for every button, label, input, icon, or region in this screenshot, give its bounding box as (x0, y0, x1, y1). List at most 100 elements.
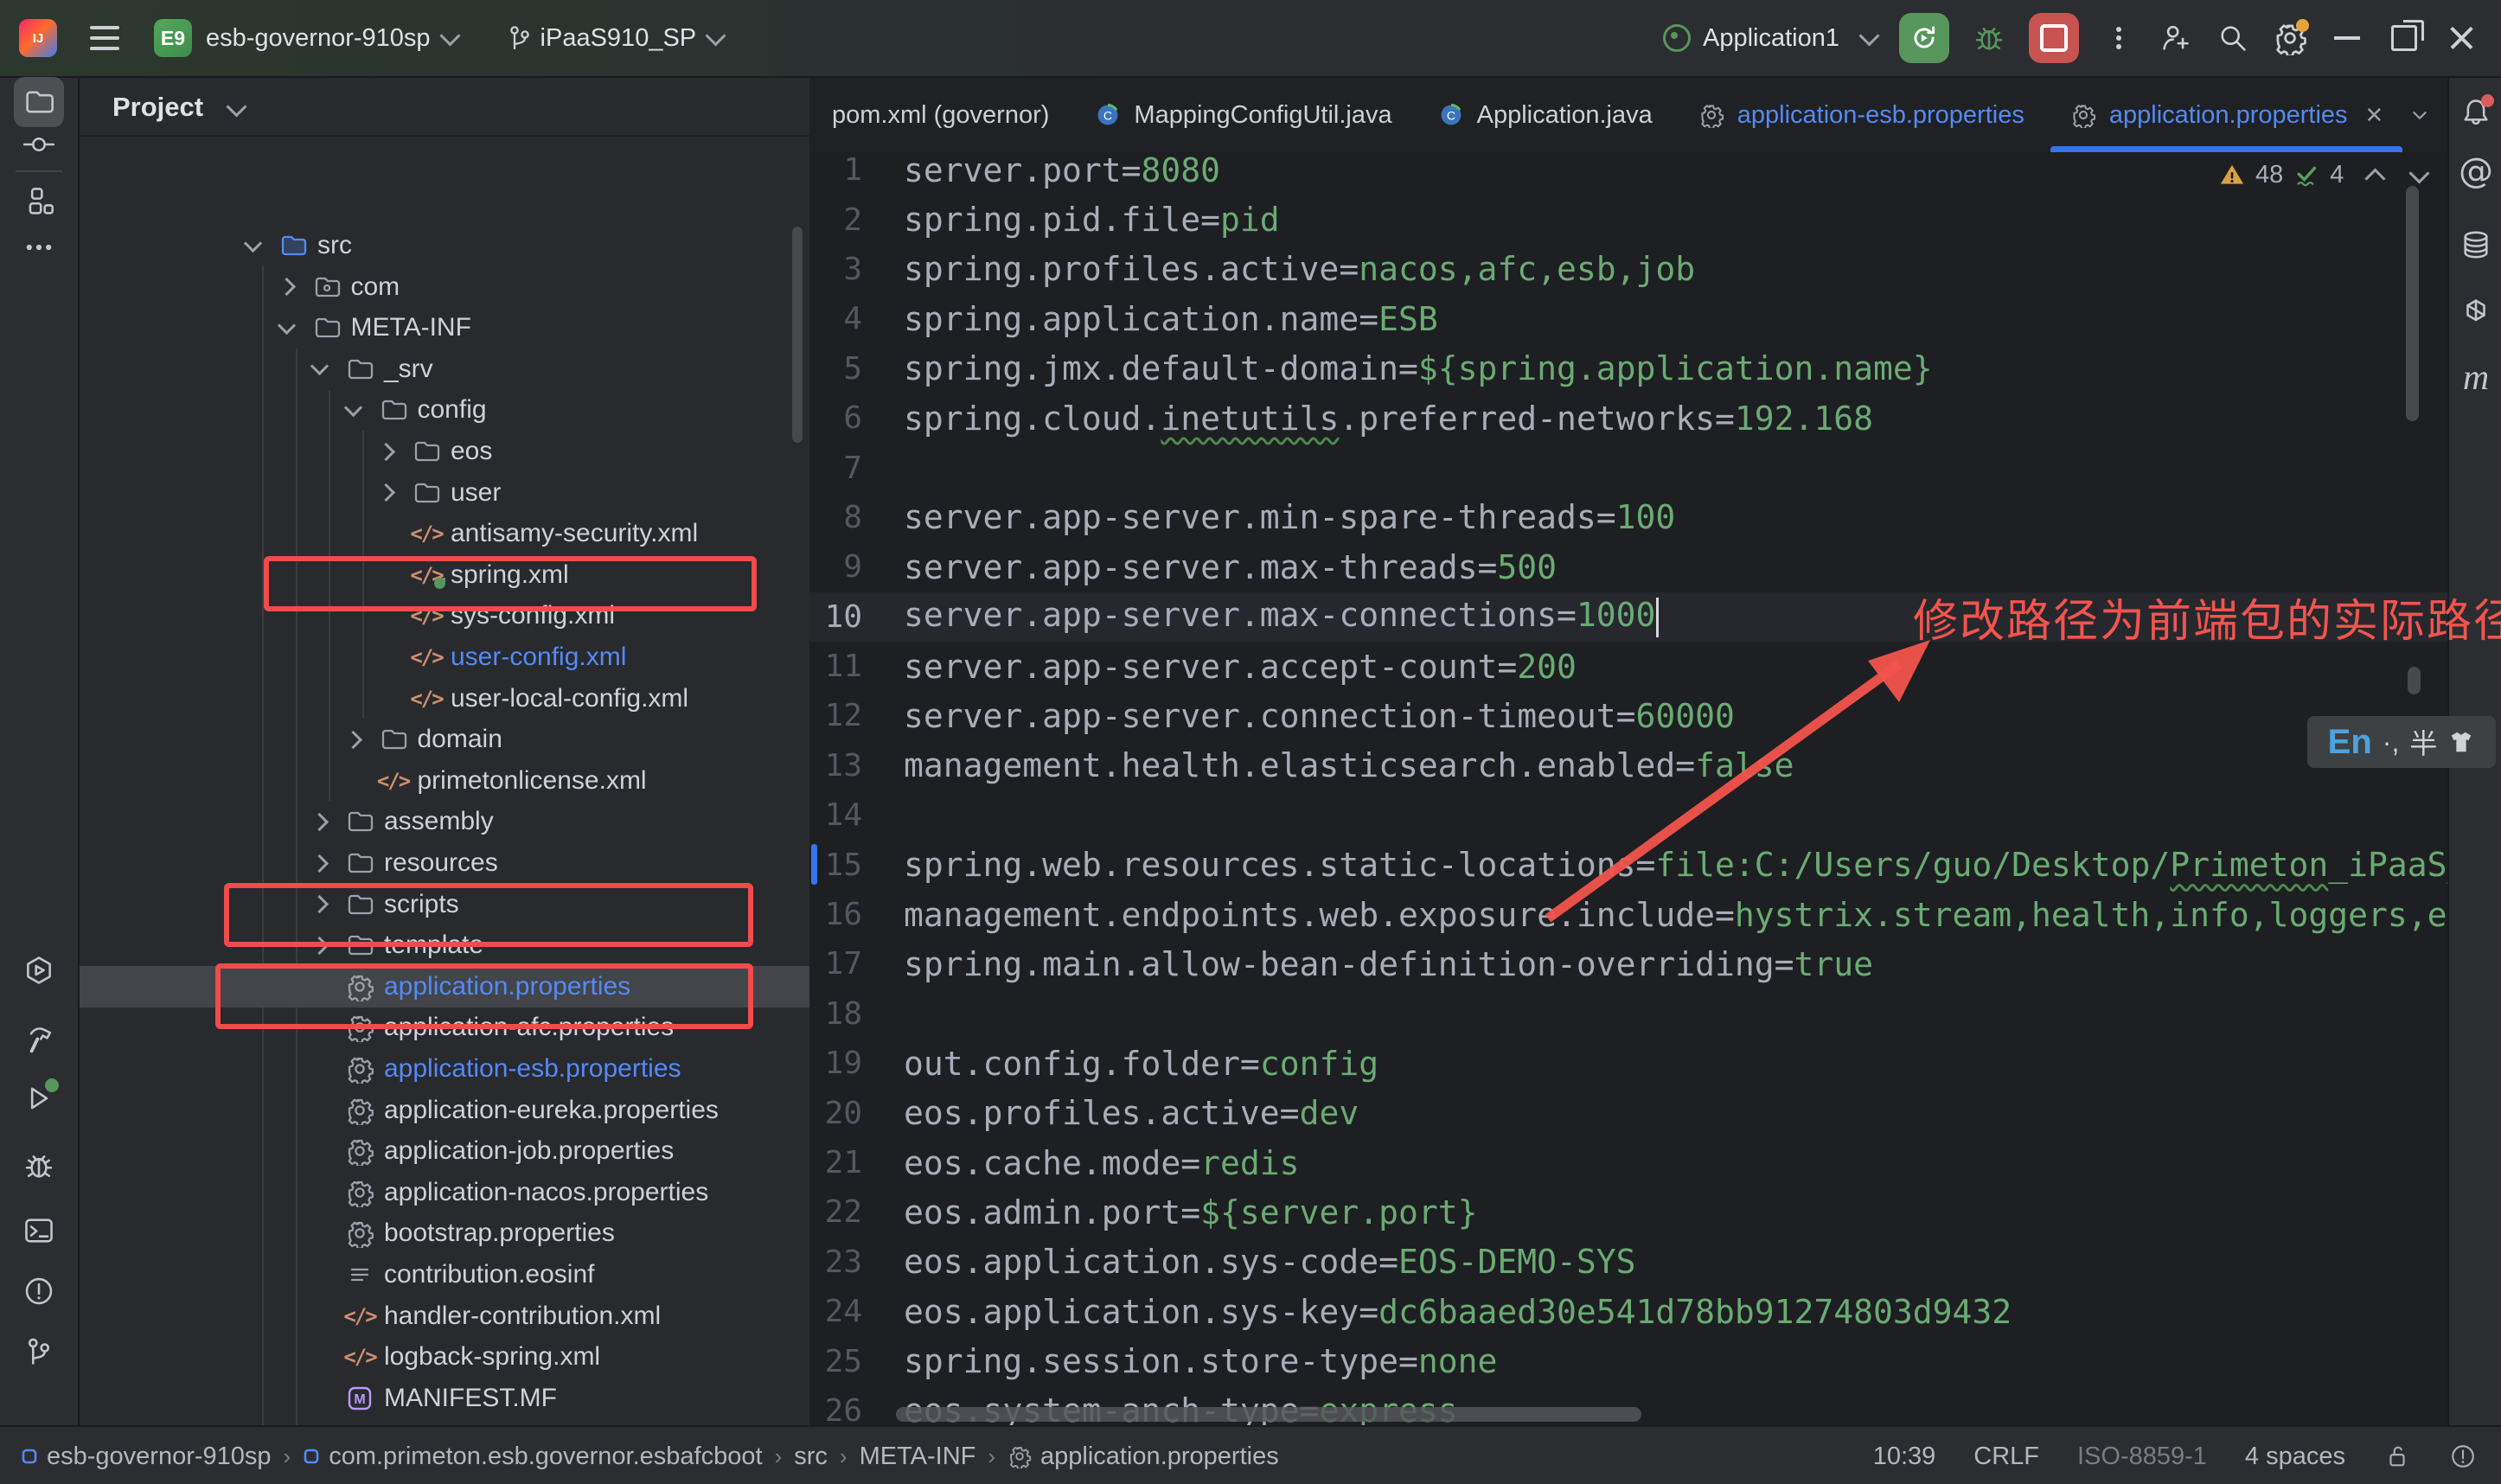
code-line-17[interactable]: 17spring.main.allow-bean-definition-over… (809, 939, 2447, 988)
project-folder-icon[interactable] (14, 77, 64, 127)
tree-item-application-afc-properties[interactable]: application-afc.properties (80, 1007, 809, 1048)
tree-item-antisamy-security-xml[interactable]: </>antisamy-security.xml (80, 513, 809, 554)
tree-item-user-config-xml[interactable]: </>user-config.xml (80, 636, 809, 678)
tree-item-com[interactable]: com (80, 266, 809, 308)
code-line-7[interactable]: 7 (809, 443, 2447, 492)
terminal-icon[interactable] (22, 1214, 55, 1247)
commit-icon[interactable] (22, 128, 55, 161)
close-button[interactable] (2444, 21, 2479, 55)
git-tool-icon[interactable] (22, 1335, 55, 1368)
tree-item-bootstrap-properties[interactable]: bootstrap.properties (80, 1212, 809, 1254)
code-line-5[interactable]: 5spring.jmx.default-domain=${spring.appl… (809, 344, 2447, 393)
editor-horizontal-scrollbar[interactable] (896, 1407, 1641, 1422)
tree-item-application-job-properties[interactable]: application-job.properties (80, 1130, 809, 1172)
debug-button[interactable] (1972, 21, 2006, 55)
editor-scrollbar-mark[interactable] (2408, 667, 2421, 694)
breadcrumb-item[interactable]: application.properties (1007, 1442, 1279, 1471)
more-actions-icon[interactable] (2101, 21, 2136, 55)
add-user-icon[interactable] (2159, 21, 2193, 55)
tree-item-application-properties[interactable]: application.properties (80, 966, 809, 1007)
tree-chevron-down-icon[interactable] (343, 399, 361, 417)
tree-item-handler-contribution-xml[interactable]: </>handler-contribution.xml (80, 1295, 809, 1337)
tree-item-user-local-config-xml[interactable]: </>user-local-config.xml (80, 678, 809, 720)
tree-item-application-nacos-properties[interactable]: application-nacos.properties (80, 1172, 809, 1213)
debug-tool-icon[interactable] (22, 1149, 55, 1182)
chevron-up-icon[interactable] (2365, 168, 2386, 189)
code-line-1[interactable]: 1server.port=8080 (809, 152, 2447, 195)
code-line-14[interactable]: 14 (809, 790, 2447, 840)
tree-chevron-down-icon[interactable] (277, 317, 295, 335)
tree-chevron-right-icon[interactable] (277, 278, 295, 296)
tree-item-spring-xml[interactable]: </>spring.xml (80, 554, 809, 596)
status-crlf[interactable]: CRLF (1973, 1442, 2039, 1471)
branch-selector[interactable]: iPaaS910_SP (502, 21, 724, 55)
ai-assistant-icon[interactable]: @ (2459, 151, 2493, 191)
minimize-button[interactable] (2330, 21, 2364, 55)
tab-list-chevron-icon[interactable] (2406, 101, 2434, 129)
maven-icon[interactable]: m (2463, 357, 2489, 399)
code-line-3[interactable]: 3spring.profiles.active=nacos,afc,esb,jo… (809, 245, 2447, 294)
tree-item-meta-inf[interactable]: META-INF (80, 307, 809, 349)
tab-application-java[interactable]: CApplication.java (1415, 78, 1675, 152)
tree-item-resources[interactable]: resources (80, 842, 809, 884)
search-icon[interactable] (2216, 21, 2250, 55)
tab-pom-xml-governor-[interactable]: pom.xml (governor) (809, 78, 1071, 152)
code-line-18[interactable]: 18 (809, 989, 2447, 1039)
settings-gear-icon[interactable] (2273, 21, 2307, 55)
tree-chevron-right-icon[interactable] (310, 895, 329, 913)
tree-item-manifest-mf[interactable]: MMANIFEST.MF (80, 1378, 809, 1419)
project-selector[interactable]: esb-governor-910sp (192, 24, 457, 53)
tree-chevron-right-icon[interactable] (310, 937, 329, 955)
tree-chevron-down-icon[interactable] (310, 357, 329, 375)
code-line-4[interactable]: 4spring.application.name=ESB (809, 294, 2447, 343)
tree-chevron-down-icon[interactable] (244, 233, 262, 252)
project-badge[interactable]: E9 (154, 19, 192, 57)
project-panel-header[interactable]: Project (112, 92, 244, 123)
tab-application-properties[interactable]: application.properties✕ (2047, 78, 2406, 152)
code-line-15[interactable]: 15spring.web.resources.static-locations=… (809, 840, 2447, 889)
main-menu-icon[interactable] (90, 26, 119, 50)
tree-chevron-right-icon[interactable] (310, 813, 329, 831)
tree-item-config[interactable]: config (80, 389, 809, 431)
tree-item-src[interactable]: src (80, 225, 809, 266)
code-line-21[interactable]: 21eos.cache.mode=redis (809, 1138, 2447, 1187)
tree-item-assembly[interactable]: assembly (80, 801, 809, 842)
tree-item-application-esb-properties[interactable]: application-esb.properties (80, 1048, 809, 1090)
ime-status-badge[interactable]: En ·, 半 (2307, 716, 2496, 768)
tree-item-logback-spring-xml[interactable]: </>logback-spring.xml (80, 1336, 809, 1378)
code-line-16[interactable]: 16management.endpoints.web.exposure.incl… (809, 890, 2447, 939)
editor-vertical-scrollbar[interactable] (2406, 186, 2419, 421)
lock-open-icon[interactable] (2383, 1442, 2411, 1470)
notifications-bell-icon[interactable] (2459, 96, 2492, 129)
tree-chevron-right-icon[interactable] (377, 442, 395, 460)
code-line-13[interactable]: 13management.health.elasticsearch.enable… (809, 741, 2447, 790)
tree-item-eos[interactable]: eos (80, 431, 809, 472)
maximize-button[interactable] (2387, 21, 2421, 55)
tab-mappingconfigutil-java[interactable]: CMappingConfigUtil.java (1071, 78, 1414, 152)
tree-item-domain[interactable]: domain (80, 719, 809, 760)
breadcrumb-item[interactable]: esb-governor-910sp (21, 1442, 272, 1471)
code-line-2[interactable]: 2spring.pid.file=pid (809, 195, 2447, 244)
code-line-12[interactable]: 12server.app-server.connection-timeout=6… (809, 691, 2447, 740)
error-info-icon[interactable] (2449, 1442, 2477, 1470)
breadcrumb-item[interactable]: src (794, 1442, 828, 1471)
code-line-22[interactable]: 22eos.admin.port=${server.port} (809, 1187, 2447, 1237)
database-icon[interactable] (2459, 228, 2492, 261)
code-line-8[interactable]: 8server.app-server.min-spare-threads=100 (809, 493, 2447, 542)
status-iso-8859-1[interactable]: ISO-8859-1 (2077, 1442, 2207, 1471)
tree-item-password-txt[interactable]: password.txt (80, 1418, 809, 1425)
tree-item-primetonlicense-xml[interactable]: </>primetonlicense.xml (80, 760, 809, 802)
tab-application-esb-properties[interactable]: application-esb.properties (1675, 78, 2047, 152)
tree-item-application-eureka-properties[interactable]: application-eureka.properties (80, 1090, 809, 1131)
tree-item-scripts[interactable]: scripts (80, 884, 809, 925)
more-tool-windows-icon[interactable] (22, 231, 55, 264)
tree-item-sys-config-xml[interactable]: </>sys-config.xml (80, 595, 809, 636)
editor[interactable]: 1server.port=80802spring.pid.file=pid3sp… (809, 152, 2447, 1425)
plugin-knot-icon[interactable] (2459, 296, 2492, 329)
status-4-spaces[interactable]: 4 spaces (2245, 1442, 2345, 1471)
code-line-19[interactable]: 19out.config.folder=config (809, 1039, 2447, 1088)
status-10-39[interactable]: 10:39 (1873, 1442, 1936, 1471)
tree-item-template[interactable]: template (80, 924, 809, 966)
inspections-widget[interactable]: 48 4 (2219, 152, 2427, 197)
breadcrumb-item[interactable]: META-INF (860, 1442, 976, 1471)
